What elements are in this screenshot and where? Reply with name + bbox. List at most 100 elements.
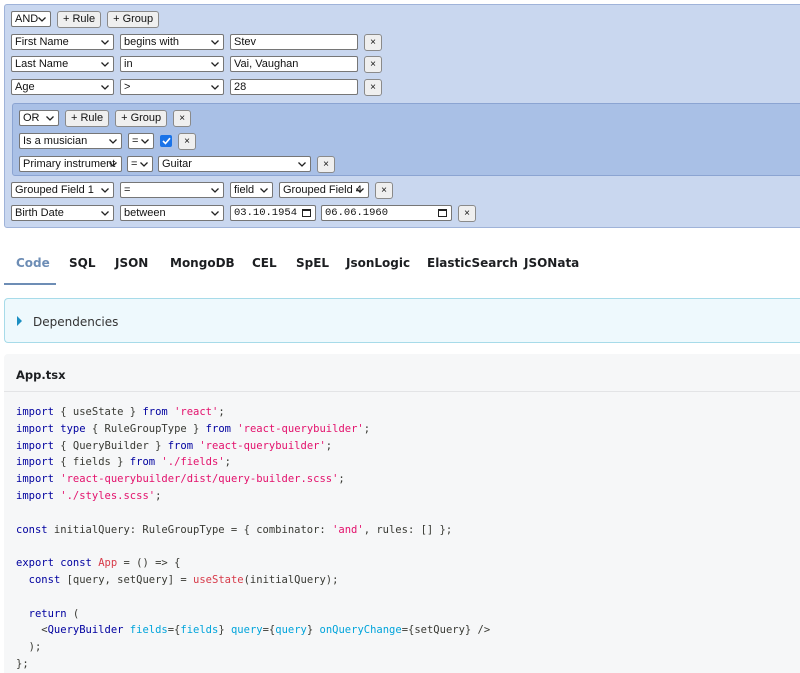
code-line: const initialQuery: RuleGroupType = { co…	[16, 523, 453, 536]
combinator-select[interactable]: AND	[11, 11, 51, 27]
dependencies-details[interactable]: Dependencies	[4, 298, 800, 343]
code-line: import 'react-querybuilder/dist/query-bu…	[16, 473, 345, 486]
field-select[interactable]: Is a musician	[19, 133, 122, 149]
rule-age: Age > 28 ×	[11, 78, 382, 96]
value-input[interactable]: Stev	[230, 34, 358, 50]
tab-jsonata[interactable]: JSONata	[524, 246, 579, 286]
field-select[interactable]: Grouped Field 1	[11, 182, 114, 198]
remove-rule-button[interactable]: ×	[375, 181, 393, 199]
close-icon: ×	[370, 81, 376, 93]
value-source-select[interactable]: field	[230, 182, 273, 198]
date-to-value: 06.06.1960	[325, 207, 389, 219]
add-group-button[interactable]: + Group	[107, 10, 160, 28]
chevron-down-icon	[45, 111, 55, 125]
code-file-name: App.tsx	[16, 368, 66, 382]
operator-value: =	[132, 135, 139, 147]
date-to-input[interactable]: 06.06.1960	[321, 205, 452, 221]
code-block-header: App.tsx	[4, 354, 800, 392]
code-line: import { fields } from './fields';	[16, 456, 231, 469]
date-from-value: 03.10.1954	[234, 207, 298, 219]
chevron-down-icon	[210, 80, 220, 94]
operator-value: begins with	[124, 36, 180, 48]
code-line: import './styles.scss';	[16, 489, 162, 502]
chevron-down-icon	[210, 183, 220, 197]
field-value: First Name	[15, 36, 69, 48]
field-select[interactable]: Birth Date	[11, 205, 114, 221]
add-group-button[interactable]: + Group	[115, 109, 168, 127]
operator-select[interactable]: =	[120, 182, 224, 198]
tab-jsonlogic[interactable]: JsonLogic	[346, 246, 410, 286]
chevron-down-icon	[100, 35, 110, 49]
code-line: import type { RuleGroupType } from 'reac…	[16, 422, 371, 435]
add-rule-button[interactable]: + Rule	[65, 109, 110, 127]
operator-value: between	[124, 207, 166, 219]
checkmark-icon	[161, 137, 171, 145]
rule-grouped-field: Grouped Field 1 = field Grouped Field 4 …	[11, 181, 393, 199]
field-select[interactable]: Age	[11, 79, 114, 95]
subgroup-header: OR + Rule + Group ×	[19, 109, 192, 127]
close-icon: ×	[464, 207, 470, 219]
chevron-down-icon	[355, 183, 365, 197]
value-checkbox[interactable]	[160, 135, 172, 147]
remove-rule-button[interactable]: ×	[458, 204, 476, 222]
remove-rule-button[interactable]: ×	[178, 132, 196, 150]
close-icon: ×	[370, 58, 376, 70]
value-select[interactable]: Guitar	[158, 156, 311, 172]
add-rule-button[interactable]: + Rule	[57, 10, 102, 28]
value-input[interactable]: Vai, Vaughan	[230, 56, 358, 72]
chevron-down-icon	[100, 80, 110, 94]
operator-select[interactable]: >	[120, 79, 224, 95]
calendar-icon[interactable]	[438, 209, 447, 217]
remove-rule-button[interactable]: ×	[364, 78, 382, 96]
operator-select[interactable]: =	[128, 133, 154, 149]
code-line: );	[16, 641, 42, 654]
chevron-down-icon	[259, 183, 269, 197]
rule-birth-date: Birth Date between 03.10.1954 06.06.1960…	[11, 204, 476, 222]
value-input[interactable]: 28	[230, 79, 358, 95]
chevron-down-icon	[100, 183, 110, 197]
operator-value: in	[124, 58, 133, 70]
value-field-select[interactable]: Grouped Field 4	[279, 182, 369, 198]
operator-select[interactable]: between	[120, 205, 224, 221]
operator-select[interactable]: in	[120, 56, 224, 72]
dependencies-label: Dependencies	[33, 315, 119, 329]
calendar-icon[interactable]	[302, 209, 311, 217]
tab-spel[interactable]: SpEL	[296, 246, 329, 286]
chevron-down-icon	[297, 157, 307, 171]
tab-elasticsearch[interactable]: ElasticSearch	[427, 246, 518, 286]
tab-cel[interactable]: CEL	[252, 246, 277, 286]
remove-rule-button[interactable]: ×	[364, 33, 382, 51]
chevron-down-icon	[210, 206, 220, 220]
code-line: export const App = () => {	[16, 557, 181, 570]
combinator-select[interactable]: OR	[19, 110, 59, 126]
rule-subgroup: OR + Rule + Group × Is a musician = × Pr	[12, 103, 800, 176]
chevron-down-icon	[108, 157, 118, 171]
field-value: Grouped Field 1	[15, 184, 94, 196]
field-value: Birth Date	[15, 207, 64, 219]
code-line: <QueryBuilder fields={fields} query={que…	[16, 624, 491, 637]
tab-code[interactable]: Code	[16, 246, 50, 286]
tab-json[interactable]: JSON	[115, 246, 148, 286]
date-from-input[interactable]: 03.10.1954	[230, 205, 316, 221]
code-line: return (	[28, 607, 80, 620]
query-builder: AND + Rule + Group First Name begins wit…	[4, 4, 800, 228]
operator-select[interactable]: =	[127, 156, 153, 172]
rule-first-name: First Name begins with Stev ×	[11, 33, 382, 51]
field-select[interactable]: Last Name	[11, 56, 114, 72]
tab-sql[interactable]: SQL	[69, 246, 96, 286]
remove-rule-button[interactable]: ×	[317, 155, 335, 173]
close-icon: ×	[179, 112, 186, 124]
chevron-down-icon	[210, 57, 220, 71]
operator-select[interactable]: begins with	[120, 34, 224, 50]
remove-rule-button[interactable]: ×	[364, 55, 382, 73]
value-field-value: Grouped Field 4	[283, 184, 362, 196]
chevron-down-icon	[100, 206, 110, 220]
remove-group-button[interactable]: ×	[173, 109, 192, 127]
field-select[interactable]: Primary instrument	[19, 156, 122, 172]
field-select[interactable]: First Name	[11, 34, 114, 50]
code-line: import { QueryBuilder } from 'react-quer…	[16, 439, 333, 452]
tab-mongodb[interactable]: MongoDB	[170, 246, 235, 286]
code-block: App.tsx import { useState } from 'react'…	[4, 354, 800, 673]
